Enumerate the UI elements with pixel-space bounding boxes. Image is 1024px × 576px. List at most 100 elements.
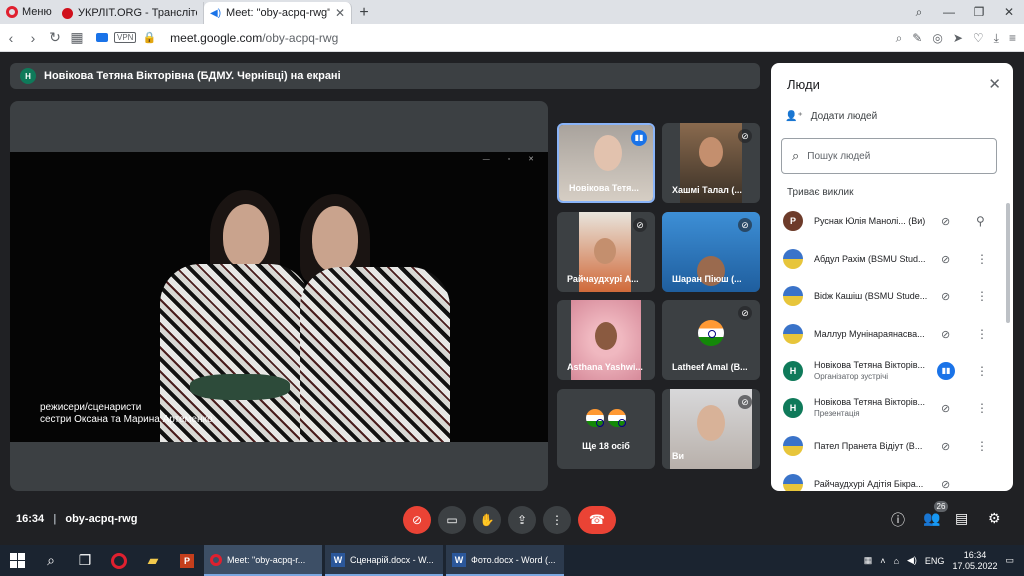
more-options-icon[interactable]: ⋮ bbox=[976, 289, 988, 303]
task-view-icon[interactable]: ❐ bbox=[68, 545, 102, 576]
more-options-icon[interactable]: ⋮ bbox=[976, 439, 988, 453]
back-icon[interactable]: ‹ bbox=[0, 30, 22, 46]
search-tabs-icon[interactable]: ⌕ bbox=[904, 5, 934, 20]
participant-row[interactable]: Маллур Мунінараянасва... ⊘ ⋮ bbox=[783, 317, 1005, 351]
participant-row[interactable]: Райчаудхурі Адітія Бікра... ⊘ bbox=[783, 467, 1005, 491]
lock-icon[interactable]: 🔒 bbox=[142, 31, 156, 44]
close-panel-icon[interactable]: ✕ bbox=[988, 75, 1001, 93]
url-field[interactable]: meet.google.com/oby-acpq-rwg bbox=[170, 31, 338, 45]
mic-off-icon[interactable]: ⊘ bbox=[941, 440, 950, 453]
send-icon[interactable]: ➤ bbox=[953, 31, 963, 45]
network-icon[interactable]: ⌂ bbox=[894, 556, 899, 566]
participant-tile[interactable]: ⊘ Райчаудхурі А... bbox=[557, 212, 655, 292]
notifications-icon[interactable]: ▭ bbox=[1005, 555, 1014, 566]
powerpoint-icon[interactable]: P bbox=[170, 545, 204, 576]
participant-tile[interactable]: ⊘ Хашмі Талал (... bbox=[662, 123, 760, 203]
raise-hand-button[interactable]: ✋ bbox=[473, 506, 501, 534]
reload-icon[interactable]: ↻ bbox=[44, 29, 66, 46]
people-icon[interactable]: 👥 bbox=[923, 510, 940, 527]
zoom-icon[interactable]: ⌕ bbox=[896, 31, 903, 46]
close-tab-icon[interactable]: ✕ bbox=[335, 6, 345, 20]
participant-row[interactable]: Віdж Кашіш (BSMU Stude... ⊘ ⋮ bbox=[783, 279, 1005, 313]
taskbar-app-word-photo[interactable]: W Фото.docx - Word (... bbox=[446, 545, 564, 576]
more-options-icon[interactable]: ⋮ bbox=[976, 327, 988, 341]
participant-name: Віdж Кашіш (BSMU Stude... bbox=[814, 290, 928, 301]
mic-off-icon[interactable]: ⊘ bbox=[941, 215, 950, 228]
taskbar-app-word-scenario[interactable]: W Сценарій.docx - W... bbox=[325, 545, 443, 576]
heart-icon[interactable]: ♡ bbox=[973, 31, 984, 45]
self-tile[interactable]: ⊘ Ви bbox=[662, 389, 760, 469]
participant-row[interactable]: Абдул Рахім (BSMU Stud... ⊘ ⋮ bbox=[783, 242, 1005, 276]
more-options-button[interactable]: ⋮ bbox=[543, 506, 571, 534]
snapshot-icon[interactable]: ◎ bbox=[932, 31, 942, 45]
more-options-icon[interactable]: ⋮ bbox=[976, 401, 988, 415]
tray-apps-icon[interactable]: ▦ bbox=[864, 555, 873, 566]
participant-row[interactable]: Пател Пранета Відіут (B... ⊘ ⋮ bbox=[783, 429, 1005, 463]
tabs-grid-icon[interactable]: ▦ bbox=[66, 29, 88, 46]
tab-meet[interactable]: ◀) Meet: "oby-acpq-rwg" ✕ bbox=[204, 2, 352, 24]
mic-off-icon[interactable]: ⊘ bbox=[941, 290, 950, 303]
window-controls: ⌕ — ❐ ✕ bbox=[904, 0, 1024, 24]
participant-row[interactable]: Н Новікова Тетяна Вікторів... Презентаці… bbox=[783, 391, 1005, 425]
search-people-input[interactable]: ⌕ Пошук людей bbox=[781, 138, 997, 174]
participant-name: Пател Пранета Відіут (B... bbox=[814, 440, 923, 451]
taskbar-app-meet[interactable]: Meet: "oby-acpq-r... bbox=[204, 545, 322, 576]
download-icon[interactable]: ⤓ bbox=[994, 31, 999, 46]
edit-icon[interactable]: ✎ bbox=[912, 31, 922, 45]
language-indicator[interactable]: ENG bbox=[925, 556, 945, 566]
file-explorer-icon[interactable]: ▰ bbox=[136, 545, 170, 576]
mic-off-icon[interactable]: ⊘ bbox=[941, 328, 950, 341]
pin-icon[interactable]: ⚲ bbox=[976, 214, 985, 228]
present-button[interactable]: ⇪ bbox=[508, 506, 536, 534]
start-button[interactable] bbox=[0, 545, 34, 576]
panel-scrollbar[interactable] bbox=[1006, 203, 1010, 323]
participant-tile[interactable]: ▮▮ Новікова Тетя... bbox=[557, 123, 655, 203]
tab-ukrlit[interactable]: УКРЛІТ.ORG - Транслітера bbox=[56, 2, 204, 24]
close-window-icon[interactable]: ✕ bbox=[994, 5, 1024, 19]
opera-menu-button[interactable]: Меню bbox=[0, 0, 56, 24]
taskbar-clock[interactable]: 16:34 17.05.2022 bbox=[952, 550, 997, 572]
participant-avatar bbox=[783, 474, 803, 491]
new-tab-button[interactable]: + bbox=[352, 2, 376, 24]
participant-name-block: Новікова Тетяна Вікторів... Організатор … bbox=[814, 360, 930, 382]
participant-face bbox=[595, 322, 617, 350]
leave-call-button[interactable]: ☎ bbox=[578, 506, 616, 534]
mic-off-icon[interactable]: ⊘ bbox=[941, 478, 950, 491]
forward-icon[interactable]: › bbox=[22, 30, 44, 46]
opera-taskbar-icon[interactable] bbox=[102, 545, 136, 576]
address-bar-tools: ⌕ ✎ ◎ ➤ ♡ ⤓ ≡ bbox=[896, 24, 1016, 52]
more-participants-tile[interactable]: Ще 18 осіб bbox=[557, 389, 655, 469]
more-options-icon[interactable]: ⋮ bbox=[976, 252, 988, 266]
chat-icon[interactable]: ▤ bbox=[955, 510, 968, 527]
menu-lines-icon[interactable]: ≡ bbox=[1009, 31, 1016, 45]
participant-tile[interactable]: ⊘ Шаран Піюш (... bbox=[662, 212, 760, 292]
vpn-badge[interactable]: VPN bbox=[114, 32, 137, 43]
add-people-button[interactable]: 👤⁺ Додати людей bbox=[785, 111, 877, 122]
mic-toggle-button[interactable]: ⊘ bbox=[403, 506, 431, 534]
india-flag-icon bbox=[607, 409, 626, 427]
search-icon[interactable]: ⌕ bbox=[34, 545, 68, 576]
camera-in-use-icon[interactable] bbox=[96, 33, 108, 42]
presentation-video: — ▫ ✕ режисери/сценаристи сестри Оксана … bbox=[10, 152, 548, 442]
show-hidden-icon[interactable]: ˄ bbox=[880, 556, 885, 566]
volume-icon[interactable]: ◀) bbox=[907, 555, 917, 566]
minimize-icon[interactable]: — bbox=[934, 5, 964, 19]
more-options-icon[interactable]: ⋮ bbox=[976, 364, 988, 378]
india-flag-icon bbox=[698, 320, 724, 346]
tab-label: УКРЛІТ.ORG - Транслітера bbox=[78, 7, 197, 19]
audio-icon: ◀) bbox=[210, 7, 222, 19]
hang-up-icon: ☎ bbox=[588, 512, 606, 527]
meeting-details-icon[interactable]: ⓘ bbox=[891, 510, 905, 530]
presentation-stage[interactable]: — ▫ ✕ режисери/сценаристи сестри Оксана … bbox=[10, 101, 548, 491]
participant-tile[interactable]: ⊘ Latheef Amal (B... bbox=[662, 300, 760, 380]
volume-off-icon[interactable]: ⊘ bbox=[941, 402, 950, 415]
camera-icon: ▭ bbox=[446, 513, 458, 527]
mic-off-icon[interactable]: ⊘ bbox=[941, 253, 950, 266]
participant-tile[interactable]: Asthana Yashwi... bbox=[557, 300, 655, 380]
word-icon: W bbox=[452, 552, 466, 567]
participant-row[interactable]: Н Новікова Тетяна Вікторів... Організато… bbox=[783, 354, 1005, 388]
camera-toggle-button[interactable]: ▭ bbox=[438, 506, 466, 534]
restore-icon[interactable]: ❐ bbox=[964, 5, 994, 19]
activities-icon[interactable]: ⚙ bbox=[988, 510, 1001, 527]
participant-row[interactable]: Р Руснак Юлія Манолі... (Ви) ⊘ ⚲ bbox=[783, 204, 1005, 238]
